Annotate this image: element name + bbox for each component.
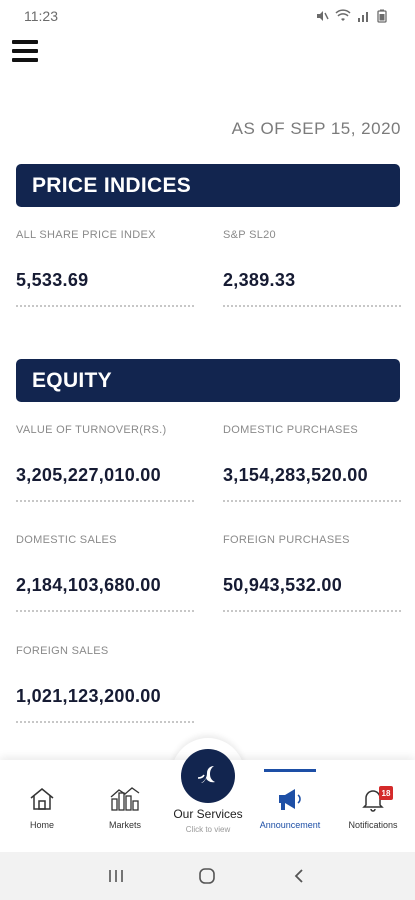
divider — [16, 721, 194, 723]
stat-value: 1,021,123,200.00 — [16, 686, 161, 706]
price-indices-header: PRICE INDICES — [16, 164, 400, 207]
equity-header: EQUITY — [16, 359, 400, 402]
status-time: 11:23 — [24, 8, 58, 24]
status-icons — [315, 9, 387, 23]
stat-domestic-sales: DOMESTIC SALES 2,184,103,680.00 — [16, 534, 194, 612]
stat-label: VALUE OF TURNOVER(RS.) — [16, 424, 167, 436]
stat-value: 3,154,283,520.00 — [223, 465, 368, 485]
tab-markets[interactable]: Markets — [90, 760, 160, 852]
tab-markets-label: Markets — [108, 820, 141, 830]
as-of-date: AS OF SEP 15, 2020 — [231, 119, 401, 138]
stat-foreign-purchases: FOREIGN PURCHASES 50,943,532.00 — [223, 534, 401, 612]
tab-announcement-label: Announcement — [259, 820, 321, 830]
divider — [16, 610, 194, 612]
divider — [16, 305, 194, 307]
menu-line — [12, 40, 38, 44]
stat-value: 50,943,532.00 — [223, 575, 343, 595]
megaphone-icon — [275, 784, 305, 814]
stat-label: S&P SL20 — [223, 229, 276, 241]
home-button[interactable] — [192, 861, 222, 891]
markets-icon — [109, 784, 141, 814]
stat-label: ALL SHARE PRICE INDEX — [16, 229, 156, 241]
divider — [223, 500, 401, 502]
hamburger-menu-icon[interactable] — [12, 38, 38, 64]
our-services-sublabel: Click to view — [185, 825, 231, 834]
home-circle-icon — [199, 868, 216, 884]
stat-label: DOMESTIC SALES — [16, 534, 117, 546]
our-services-button[interactable] — [181, 749, 235, 803]
services-logo-icon — [197, 766, 215, 783]
stat-value: 3,205,227,010.00 — [16, 465, 161, 485]
stat-label: FOREIGN SALES — [16, 645, 109, 657]
stat-all-share-price-index: ALL SHARE PRICE INDEX 5,533.69 — [16, 229, 194, 307]
back-button[interactable] — [284, 861, 314, 891]
stat-domestic-purchases: DOMESTIC PURCHASES 3,154,283,520.00 — [223, 424, 401, 502]
back-chevron-icon — [294, 869, 303, 883]
menu-line — [12, 49, 38, 53]
divider — [16, 500, 194, 502]
system-nav-bar — [0, 852, 415, 900]
stat-value: 2,184,103,680.00 — [16, 575, 161, 595]
tab-announcement[interactable]: Announcement — [255, 760, 325, 852]
mute-icon — [317, 11, 329, 21]
our-services-label: Our Services — [173, 807, 243, 821]
stat-foreign-sales: FOREIGN SALES 1,021,123,200.00 — [16, 645, 194, 723]
tab-notifications-label: Notifications — [348, 820, 398, 830]
signal-icon — [358, 12, 368, 22]
divider — [223, 610, 401, 612]
status-bar: 11:23 — [0, 0, 415, 32]
tab-notifications[interactable]: 18 Notifications — [338, 760, 408, 852]
stat-value: 2,389.33 — [223, 270, 296, 290]
battery-icon — [377, 9, 387, 23]
recents-icon — [109, 870, 123, 882]
divider — [223, 305, 401, 307]
menu-line — [12, 58, 38, 62]
bell-icon: 18 — [359, 784, 393, 814]
stat-sp-sl20: S&P SL20 2,389.33 — [223, 229, 401, 307]
notification-count-badge: 18 — [379, 786, 393, 800]
tab-home-label: Home — [29, 820, 54, 830]
home-icon — [28, 784, 56, 814]
stat-value-of-turnover: VALUE OF TURNOVER(RS.) 3,205,227,010.00 — [16, 424, 194, 502]
stat-label: DOMESTIC PURCHASES — [223, 424, 358, 436]
wifi-icon — [335, 9, 351, 21]
stat-label: FOREIGN PURCHASES — [223, 534, 350, 546]
tab-home[interactable]: Home — [7, 760, 77, 852]
stat-value: 5,533.69 — [16, 270, 89, 290]
recents-button[interactable] — [101, 861, 131, 891]
